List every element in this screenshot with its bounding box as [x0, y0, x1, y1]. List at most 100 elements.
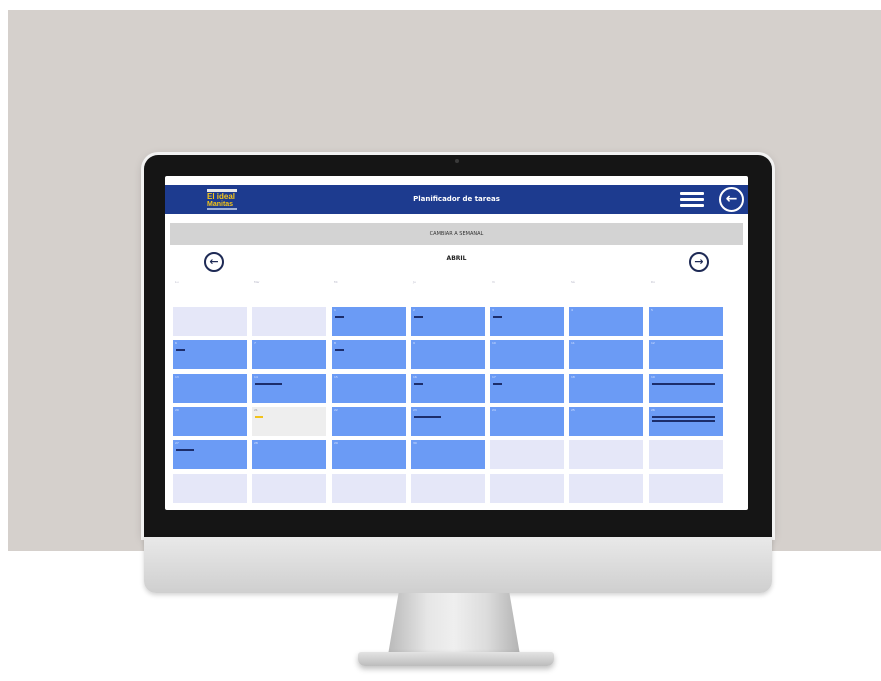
calendar-day-cell[interactable]: 7	[252, 340, 326, 369]
weekday-label: Do	[651, 280, 656, 284]
weekday-label: Vi	[492, 280, 495, 284]
calendar-day-cell	[252, 307, 326, 336]
calendar-day-cell[interactable]: 17	[490, 374, 564, 403]
calendar-day-cell[interactable]: 18	[569, 374, 643, 403]
task-marker[interactable]	[652, 416, 715, 418]
app-screen: El ideal Manitas Planificador de tareas …	[165, 176, 748, 510]
day-number: 17	[492, 375, 496, 379]
calendar-day-cell[interactable]: 1	[332, 307, 406, 336]
day-number: 28	[254, 441, 258, 445]
calendar-day-cell[interactable]: 16	[411, 374, 485, 403]
calendar-day-cell	[569, 474, 643, 503]
day-number: 29	[334, 441, 338, 445]
calendar-day-cell[interactable]: 20	[173, 407, 247, 436]
day-number: 5	[651, 308, 653, 312]
day-number: 19	[651, 375, 655, 379]
calendar-day-cell[interactable]: 29	[332, 440, 406, 469]
day-number: 23	[413, 408, 417, 412]
calendar-day-cell[interactable]: 26	[649, 407, 723, 436]
calendar-day-cell[interactable]: 27	[173, 440, 247, 469]
task-marker[interactable]	[414, 316, 423, 318]
day-number: 3	[492, 308, 494, 312]
page-title: Planificador de tareas	[413, 195, 500, 203]
monitor-chin	[144, 537, 772, 593]
calendar-day-cell	[411, 474, 485, 503]
weekday-label: Mar	[254, 280, 260, 284]
webcam	[455, 159, 459, 163]
weekly-view-toggle-button[interactable]: CAMBIAR A SEMANAL	[170, 223, 743, 245]
calendar-day-cell	[252, 474, 326, 503]
today-marker	[255, 416, 263, 418]
calendar-day-cell[interactable]: 5	[649, 307, 723, 336]
calendar-day-cell	[569, 440, 643, 469]
task-marker[interactable]	[255, 383, 282, 385]
day-number: 13	[175, 375, 179, 379]
calendar-day-cell[interactable]: 9	[411, 340, 485, 369]
weekday-label: Lu	[175, 280, 179, 284]
day-number: 8	[334, 341, 336, 345]
day-number: 14	[254, 375, 258, 379]
month-label: ABRIL	[446, 255, 467, 262]
task-marker[interactable]	[493, 316, 502, 318]
weekday-label: Ju	[413, 280, 416, 284]
calendar-day-cell	[649, 474, 723, 503]
calendar-day-cell[interactable]: 2	[411, 307, 485, 336]
calendar-day-cell[interactable]: 14	[252, 374, 326, 403]
calendar-day-cell	[173, 474, 247, 503]
calendar-day-cell	[490, 440, 564, 469]
day-number: 16	[413, 375, 417, 379]
monitor-stand	[388, 593, 520, 655]
calendar-day-cell	[649, 440, 723, 469]
calendar-day-cell[interactable]: 15	[332, 374, 406, 403]
calendar-day-cell[interactable]: 19	[649, 374, 723, 403]
task-marker[interactable]	[652, 383, 715, 385]
day-number: 30	[413, 441, 417, 445]
calendar-day-cell[interactable]: 8	[332, 340, 406, 369]
calendar-day-cell[interactable]: 3	[490, 307, 564, 336]
calendar-day-cell	[332, 474, 406, 503]
app-header: El ideal Manitas Planificador de tareas …	[165, 185, 748, 214]
calendar-day-cell[interactable]: 28	[252, 440, 326, 469]
calendar-day-cell[interactable]: 10	[490, 340, 564, 369]
task-marker[interactable]	[493, 383, 502, 385]
day-number: 25	[571, 408, 575, 412]
day-number: 15	[334, 375, 338, 379]
calendar-day-cell[interactable]: 22	[332, 407, 406, 436]
calendar-day-cell[interactable]: 25	[569, 407, 643, 436]
calendar-day-cell[interactable]: 21	[252, 407, 326, 436]
day-number: 26	[651, 408, 655, 412]
day-number: 4	[571, 308, 573, 312]
day-number: 12	[651, 341, 655, 345]
calendar-day-cell[interactable]: 4	[569, 307, 643, 336]
day-number: 9	[413, 341, 415, 345]
task-marker[interactable]	[335, 349, 344, 351]
calendar-day-cell[interactable]: 23	[411, 407, 485, 436]
calendar-day-cell[interactable]: 30	[411, 440, 485, 469]
day-number: 7	[254, 341, 256, 345]
back-arrow-icon[interactable]: ←	[719, 187, 744, 212]
day-number: 18	[571, 375, 575, 379]
monitor-base	[358, 652, 554, 666]
calendar-day-cell[interactable]: 24	[490, 407, 564, 436]
calendar-day-cell[interactable]: 12	[649, 340, 723, 369]
calendar-day-cell[interactable]: 13	[173, 374, 247, 403]
day-number: 10	[492, 341, 496, 345]
task-marker[interactable]	[335, 316, 344, 318]
task-marker[interactable]	[176, 349, 185, 351]
task-marker[interactable]	[652, 420, 715, 422]
calendar-day-cell	[173, 307, 247, 336]
day-number: 27	[175, 441, 179, 445]
weekday-label: Sá	[571, 280, 575, 284]
next-month-arrow-icon[interactable]: →	[689, 252, 709, 272]
day-number: 22	[334, 408, 338, 412]
task-marker[interactable]	[414, 416, 441, 418]
day-number: 1	[334, 308, 336, 312]
hamburger-menu-icon[interactable]	[680, 192, 704, 208]
day-number: 6	[175, 341, 177, 345]
task-marker[interactable]	[414, 383, 423, 385]
day-number: 2	[413, 308, 415, 312]
day-number: 21	[254, 408, 258, 412]
calendar-day-cell[interactable]: 6	[173, 340, 247, 369]
task-marker[interactable]	[176, 449, 194, 451]
calendar-day-cell[interactable]: 11	[569, 340, 643, 369]
